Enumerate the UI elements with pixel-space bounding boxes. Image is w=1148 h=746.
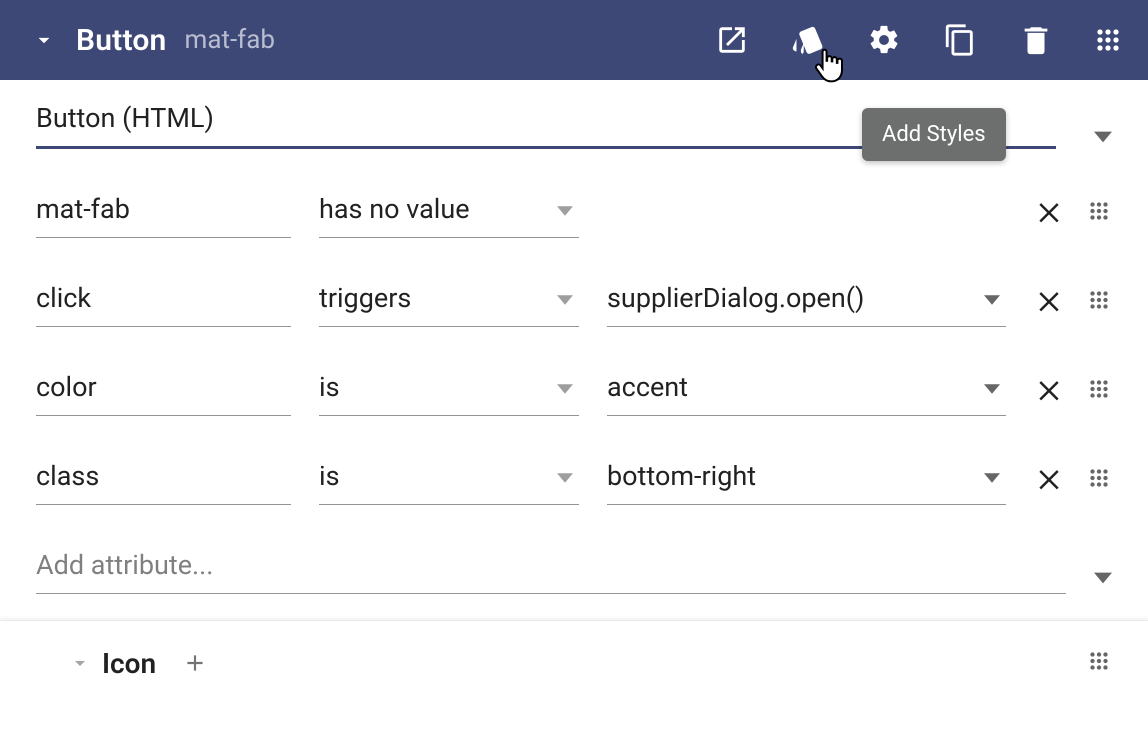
trash-icon bbox=[1019, 23, 1053, 57]
drag-indicator-icon bbox=[1092, 23, 1124, 57]
open-external-button[interactable] bbox=[712, 20, 752, 60]
copy-icon bbox=[943, 23, 977, 57]
close-icon bbox=[1034, 374, 1064, 404]
open-in-new-icon bbox=[715, 23, 749, 57]
style-tag-icon bbox=[791, 23, 825, 57]
drag-indicator-icon bbox=[1086, 287, 1112, 313]
settings-button[interactable] bbox=[864, 20, 904, 60]
plus-icon bbox=[182, 650, 208, 676]
add-attribute-input[interactable] bbox=[36, 543, 1066, 594]
attr-value-input[interactable] bbox=[607, 365, 1006, 416]
tooltip: Add Styles bbox=[862, 108, 1006, 161]
drag-indicator-icon bbox=[1086, 376, 1112, 402]
child-panel: Icon bbox=[0, 620, 1148, 705]
attr-op-select[interactable] bbox=[319, 276, 579, 327]
attr-value-input[interactable] bbox=[607, 454, 1006, 505]
chevron-down-icon bbox=[68, 651, 92, 675]
child-title: Icon bbox=[102, 647, 156, 680]
attr-name-input[interactable] bbox=[36, 276, 291, 327]
chevron-down-icon bbox=[31, 27, 57, 53]
attr-remove-button[interactable] bbox=[1034, 463, 1064, 497]
attr-row bbox=[36, 276, 1112, 327]
attr-row bbox=[36, 454, 1112, 505]
attr-value-input[interactable] bbox=[607, 276, 1006, 327]
attr-drag-handle[interactable] bbox=[1086, 465, 1112, 495]
component-name-menu[interactable] bbox=[1084, 131, 1112, 149]
close-icon bbox=[1034, 196, 1064, 226]
attr-remove-button[interactable] bbox=[1034, 285, 1064, 319]
drag-indicator-icon bbox=[1086, 465, 1112, 491]
panel-title: Button bbox=[76, 23, 167, 58]
drag-handle[interactable] bbox=[1092, 20, 1124, 60]
attr-name-input[interactable] bbox=[36, 187, 291, 238]
header-bar: Button mat-fab Add Styles bbox=[0, 0, 1148, 80]
dropdown-caret-icon bbox=[1094, 572, 1112, 584]
add-styles-button[interactable]: Add Styles bbox=[788, 20, 828, 60]
add-attribute-row bbox=[36, 543, 1112, 594]
collapse-toggle[interactable] bbox=[20, 27, 68, 53]
dropdown-caret-icon bbox=[1094, 131, 1112, 143]
attr-op-select[interactable] bbox=[319, 365, 579, 416]
child-drag-handle[interactable] bbox=[1086, 648, 1112, 678]
drag-indicator-icon bbox=[1086, 198, 1112, 224]
drag-indicator-icon bbox=[1086, 648, 1112, 674]
copy-button[interactable] bbox=[940, 20, 980, 60]
panel-subtitle: mat-fab bbox=[185, 25, 275, 55]
attr-name-input[interactable] bbox=[36, 365, 291, 416]
attr-drag-handle[interactable] bbox=[1086, 376, 1112, 406]
add-attribute-menu[interactable] bbox=[1094, 569, 1112, 594]
attr-row bbox=[36, 187, 1112, 238]
attr-row bbox=[36, 365, 1112, 416]
child-collapse-toggle[interactable] bbox=[58, 651, 102, 675]
gear-icon bbox=[867, 23, 901, 57]
attr-op-select[interactable] bbox=[319, 454, 579, 505]
child-add-button[interactable] bbox=[178, 646, 212, 680]
attr-op-select[interactable] bbox=[319, 187, 579, 238]
attr-remove-button[interactable] bbox=[1034, 196, 1064, 230]
delete-button[interactable] bbox=[1016, 20, 1056, 60]
close-icon bbox=[1034, 463, 1064, 493]
header-actions: Add Styles bbox=[712, 20, 1124, 60]
close-icon bbox=[1034, 285, 1064, 315]
attr-name-input[interactable] bbox=[36, 454, 291, 505]
attr-remove-button[interactable] bbox=[1034, 374, 1064, 408]
attr-drag-handle[interactable] bbox=[1086, 287, 1112, 317]
attr-drag-handle[interactable] bbox=[1086, 198, 1112, 228]
